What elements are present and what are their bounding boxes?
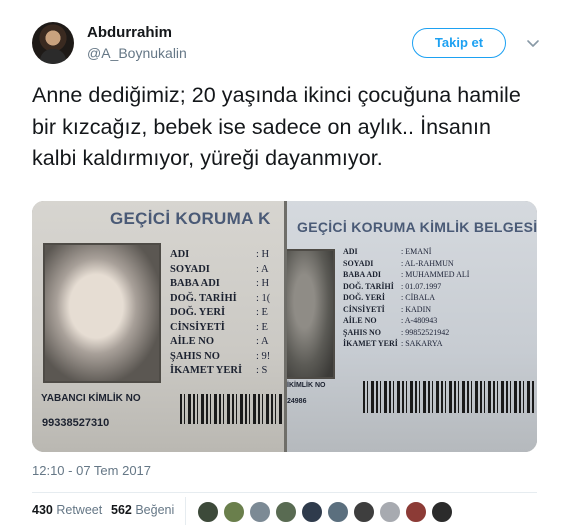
card-field-row: DOĞ. TARİHİ 01.07.1997 bbox=[343, 282, 469, 294]
stats-separator bbox=[185, 497, 186, 525]
card-field-value: E bbox=[256, 322, 268, 333]
card-field-value: A-480943 bbox=[401, 316, 437, 325]
card-field-row: SOYADI AL-RAHMUN bbox=[343, 259, 469, 271]
card-field-row: BABA ADI MUHAMMED ALİ bbox=[343, 270, 469, 282]
chevron-down-icon[interactable] bbox=[524, 34, 542, 52]
id-photo bbox=[43, 243, 161, 383]
card-field-value: 9! bbox=[256, 351, 271, 362]
card-field-label: CİNSİYETİ bbox=[170, 321, 225, 333]
card-field-row: CİNSİYETİ E bbox=[170, 322, 270, 337]
barcode bbox=[180, 394, 282, 424]
card-field-label: DOĞ. TARİHİ bbox=[170, 292, 237, 304]
liker-avatar[interactable] bbox=[197, 501, 219, 523]
card-field-value: 99852521942 bbox=[401, 328, 449, 337]
divider bbox=[32, 492, 537, 493]
liker-avatar[interactable] bbox=[249, 501, 271, 523]
card-field-value: AL-RAHMUN bbox=[401, 259, 454, 268]
card-field-label: ŞAHIS NO bbox=[170, 350, 220, 362]
card-title: GEÇİCİ KORUMA K bbox=[110, 209, 271, 228]
card-field-label: DOĞ. YERİ bbox=[170, 307, 226, 318]
card-footer-label: İKİMLİK NO bbox=[287, 382, 326, 389]
card-field-row: AİLE NO A-480943 bbox=[343, 316, 469, 328]
card-field-value: EMANİ bbox=[401, 247, 431, 256]
retweet-label: Retweet bbox=[56, 503, 103, 517]
card-field-label: SOYADI bbox=[343, 258, 374, 268]
liker-avatar[interactable] bbox=[275, 501, 297, 523]
liker-avatar[interactable] bbox=[301, 501, 323, 523]
like-label: Beğeni bbox=[135, 503, 175, 517]
like-number: 562 bbox=[111, 503, 132, 517]
card-field-row: CİNSİYETİ KADIN bbox=[343, 305, 469, 317]
card-footer-number: 24986 bbox=[287, 398, 307, 405]
tweet-timestamp[interactable]: 12:10 - 07 Tem 2017 bbox=[32, 463, 151, 478]
user-handle[interactable]: @A_Boynukalin bbox=[87, 45, 187, 61]
card-field-row: DOĞ. YERİ E bbox=[170, 307, 270, 322]
card-field-label: DOĞ. YERİ bbox=[343, 293, 385, 302]
card-field-value: SAKARYA bbox=[401, 339, 442, 348]
card-footer-label: YABANCI KİMLİK NO bbox=[41, 393, 141, 404]
liker-avatar[interactable] bbox=[223, 501, 245, 523]
card-field-label: ŞAHIS NO bbox=[343, 327, 382, 337]
card-fields: ADI H SOYADI A BABA ADI H DOĞ. TARİHİ 1( DOĞ. YE… bbox=[170, 249, 270, 380]
id-card-right[interactable]: GEÇİCİ KORUMA KİMLİK BELGESİ ADI EMANİ SOY… bbox=[287, 201, 537, 452]
card-field-label: CİNSİYETİ bbox=[343, 304, 385, 314]
card-field-label: BABA ADI bbox=[170, 278, 220, 289]
retweet-count[interactable]: 430 Retweet bbox=[32, 503, 102, 517]
card-field-value: A bbox=[256, 336, 269, 347]
liker-avatar[interactable] bbox=[405, 501, 427, 523]
card-field-row: ADI H bbox=[170, 249, 270, 264]
card-field-row: ŞAHIS NO 99852521942 bbox=[343, 328, 469, 340]
card-field-value: E bbox=[256, 307, 268, 318]
card-field-label: ADI bbox=[343, 247, 358, 256]
card-field-value: MUHAMMED ALİ bbox=[401, 270, 469, 279]
card-field-row: DOĞ. YERİ CİBALA bbox=[343, 293, 469, 305]
card-field-label: İKAMET YERİ bbox=[343, 339, 398, 348]
card-field-value: 01.07.1997 bbox=[401, 282, 441, 291]
card-field-row: ŞAHIS NO 9! bbox=[170, 351, 270, 366]
card-field-label: SOYADI bbox=[170, 263, 210, 275]
card-field-row: ADI EMANİ bbox=[343, 247, 469, 259]
card-field-label: BABA ADI bbox=[343, 270, 382, 279]
like-count[interactable]: 562 Beğeni bbox=[111, 503, 174, 517]
tweet-media[interactable]: GEÇİCİ KORUMA K ADI H SOYADI A BABA ADI H DOĞ.… bbox=[32, 201, 537, 452]
card-field-value: H bbox=[256, 249, 270, 260]
tweet-header: Abdurrahim @A_Boynukalin Takip et bbox=[32, 22, 552, 68]
card-field-value: KADIN bbox=[401, 305, 431, 314]
card-title: GEÇİCİ KORUMA KİMLİK BELGESİ bbox=[297, 219, 537, 235]
card-field-row: İKAMET YERİ S bbox=[170, 365, 270, 380]
id-photo bbox=[287, 249, 335, 379]
card-field-value: 1( bbox=[256, 293, 271, 304]
card-field-label: ADI bbox=[170, 249, 190, 260]
card-field-label: İKAMET YERİ bbox=[170, 365, 243, 376]
card-field-value: A bbox=[256, 264, 269, 275]
card-field-row: SOYADI A bbox=[170, 264, 270, 279]
liker-avatar[interactable] bbox=[431, 501, 453, 523]
card-field-row: İKAMET YERİSAKARYA bbox=[343, 339, 469, 351]
card-field-row: DOĞ. TARİHİ 1( bbox=[170, 293, 270, 308]
follow-button[interactable]: Takip et bbox=[412, 28, 506, 58]
card-field-value: H bbox=[256, 278, 270, 289]
card-field-row: BABA ADI H bbox=[170, 278, 270, 293]
id-card-left[interactable]: GEÇİCİ KORUMA K ADI H SOYADI A BABA ADI H DOĞ.… bbox=[32, 201, 284, 452]
liker-avatar[interactable] bbox=[379, 501, 401, 523]
card-field-row: AİLE NO A bbox=[170, 336, 270, 351]
card-fields: ADI EMANİ SOYADI AL-RAHMUN BABA ADI MUHAMMED … bbox=[343, 247, 469, 351]
card-footer-number: 99338527310 bbox=[42, 417, 110, 429]
card-field-label: AİLE NO bbox=[343, 316, 377, 325]
card-field-label: AİLE NO bbox=[170, 336, 215, 347]
avatar[interactable] bbox=[32, 22, 74, 64]
card-field-value: S bbox=[256, 365, 268, 376]
barcode bbox=[363, 381, 535, 413]
tweet-text: Anne dediğimiz; 20 yaşında ikinci çocuğu… bbox=[32, 83, 521, 170]
card-field-label: DOĞ. TARİHİ bbox=[343, 281, 394, 291]
retweet-number: 430 bbox=[32, 503, 53, 517]
liker-avatar[interactable] bbox=[327, 501, 349, 523]
card-field-value: CİBALA bbox=[401, 293, 435, 302]
liker-avatar[interactable] bbox=[353, 501, 375, 523]
display-name[interactable]: Abdurrahim bbox=[87, 24, 172, 41]
